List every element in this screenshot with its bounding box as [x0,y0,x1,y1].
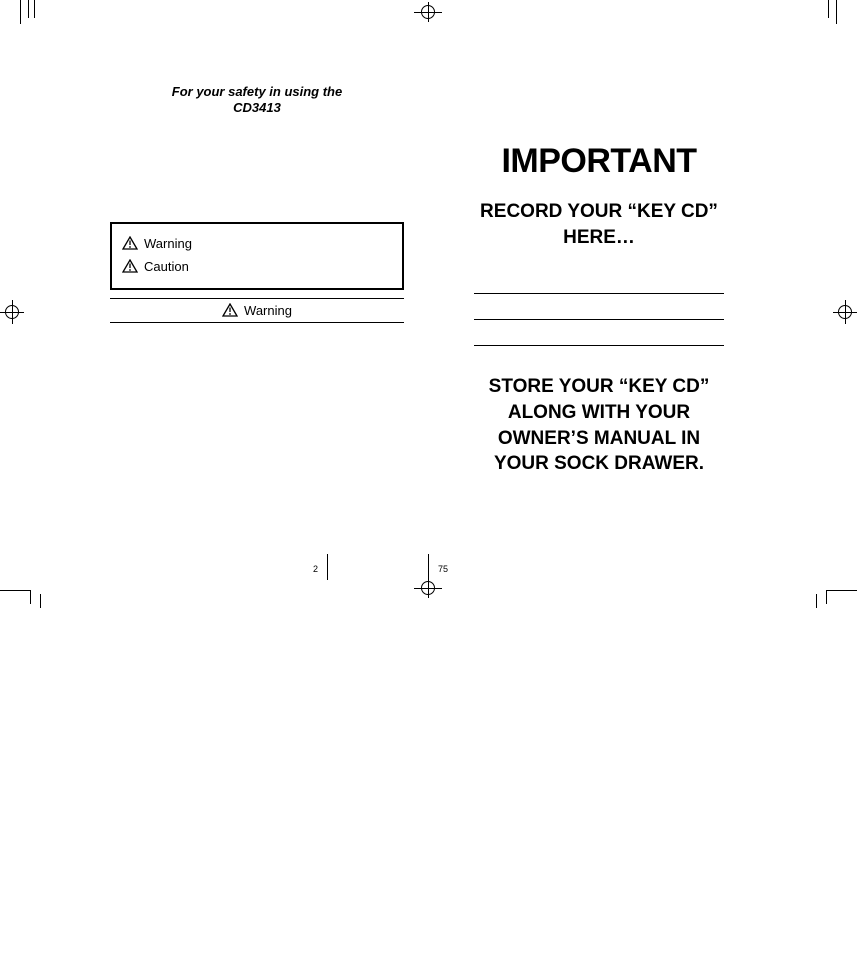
safety-heading-line1: For your safety in using the [172,84,342,99]
record-line2: HERE… [563,227,635,248]
store-instruction: STORE YOUR “KEY CD” ALONG WITH YOUR OWNE… [452,374,746,477]
crop-mark-bottom-left [0,580,48,604]
entry-line[interactable] [474,268,724,294]
warning-caution-box: Warning Caution [110,222,404,290]
registration-mark-top [414,2,442,26]
safety-heading: For your safety in using the CD3413 [157,84,357,117]
caution-triangle-icon [122,259,138,273]
crop-mark-top-left [18,0,48,24]
warning-triangle-icon [222,303,238,317]
store-line2: ALONG WITH YOUR [508,402,690,423]
caution-label: Caution [144,259,189,274]
left-page: For your safety in using the CD3413 Warn… [86,44,428,574]
registration-mark-left [0,300,24,324]
entry-line[interactable] [474,320,724,346]
caution-row: Caution [122,255,392,278]
warning-label: Warning [144,236,192,251]
right-page: IMPORTANT RECORD YOUR “KEY CD” HERE… STO… [428,44,770,574]
store-line1: STORE YOUR “KEY CD” [489,376,710,397]
registration-mark-bottom [414,578,442,602]
store-line3: OWNER’S MANUAL IN [498,428,700,449]
centered-warning-label: Warning [244,303,292,318]
crop-mark-bottom-right [809,580,857,604]
centered-warning-bar: Warning [110,298,404,323]
fold-mark-left [327,554,328,580]
record-heading: RECORD YOUR “KEY CD” HERE… [452,199,746,250]
page-spread: For your safety in using the CD3413 Warn… [86,44,770,574]
key-cd-entry-lines [474,268,724,346]
entry-line[interactable] [474,294,724,320]
record-line1: RECORD YOUR “KEY CD” [480,201,718,222]
crop-mark-top-left-b [34,0,44,18]
right-page-number: 75 [438,564,448,574]
fold-mark-right [428,554,429,580]
safety-heading-line2: CD3413 [233,100,281,115]
warning-triangle-icon [122,236,138,250]
important-heading: IMPORTANT [452,142,746,181]
store-line4: YOUR SOCK DRAWER. [494,453,704,474]
crop-mark-top-right [809,0,839,24]
registration-mark-right [833,300,857,324]
left-page-number: 2 [313,564,318,574]
warning-row: Warning [122,232,392,255]
